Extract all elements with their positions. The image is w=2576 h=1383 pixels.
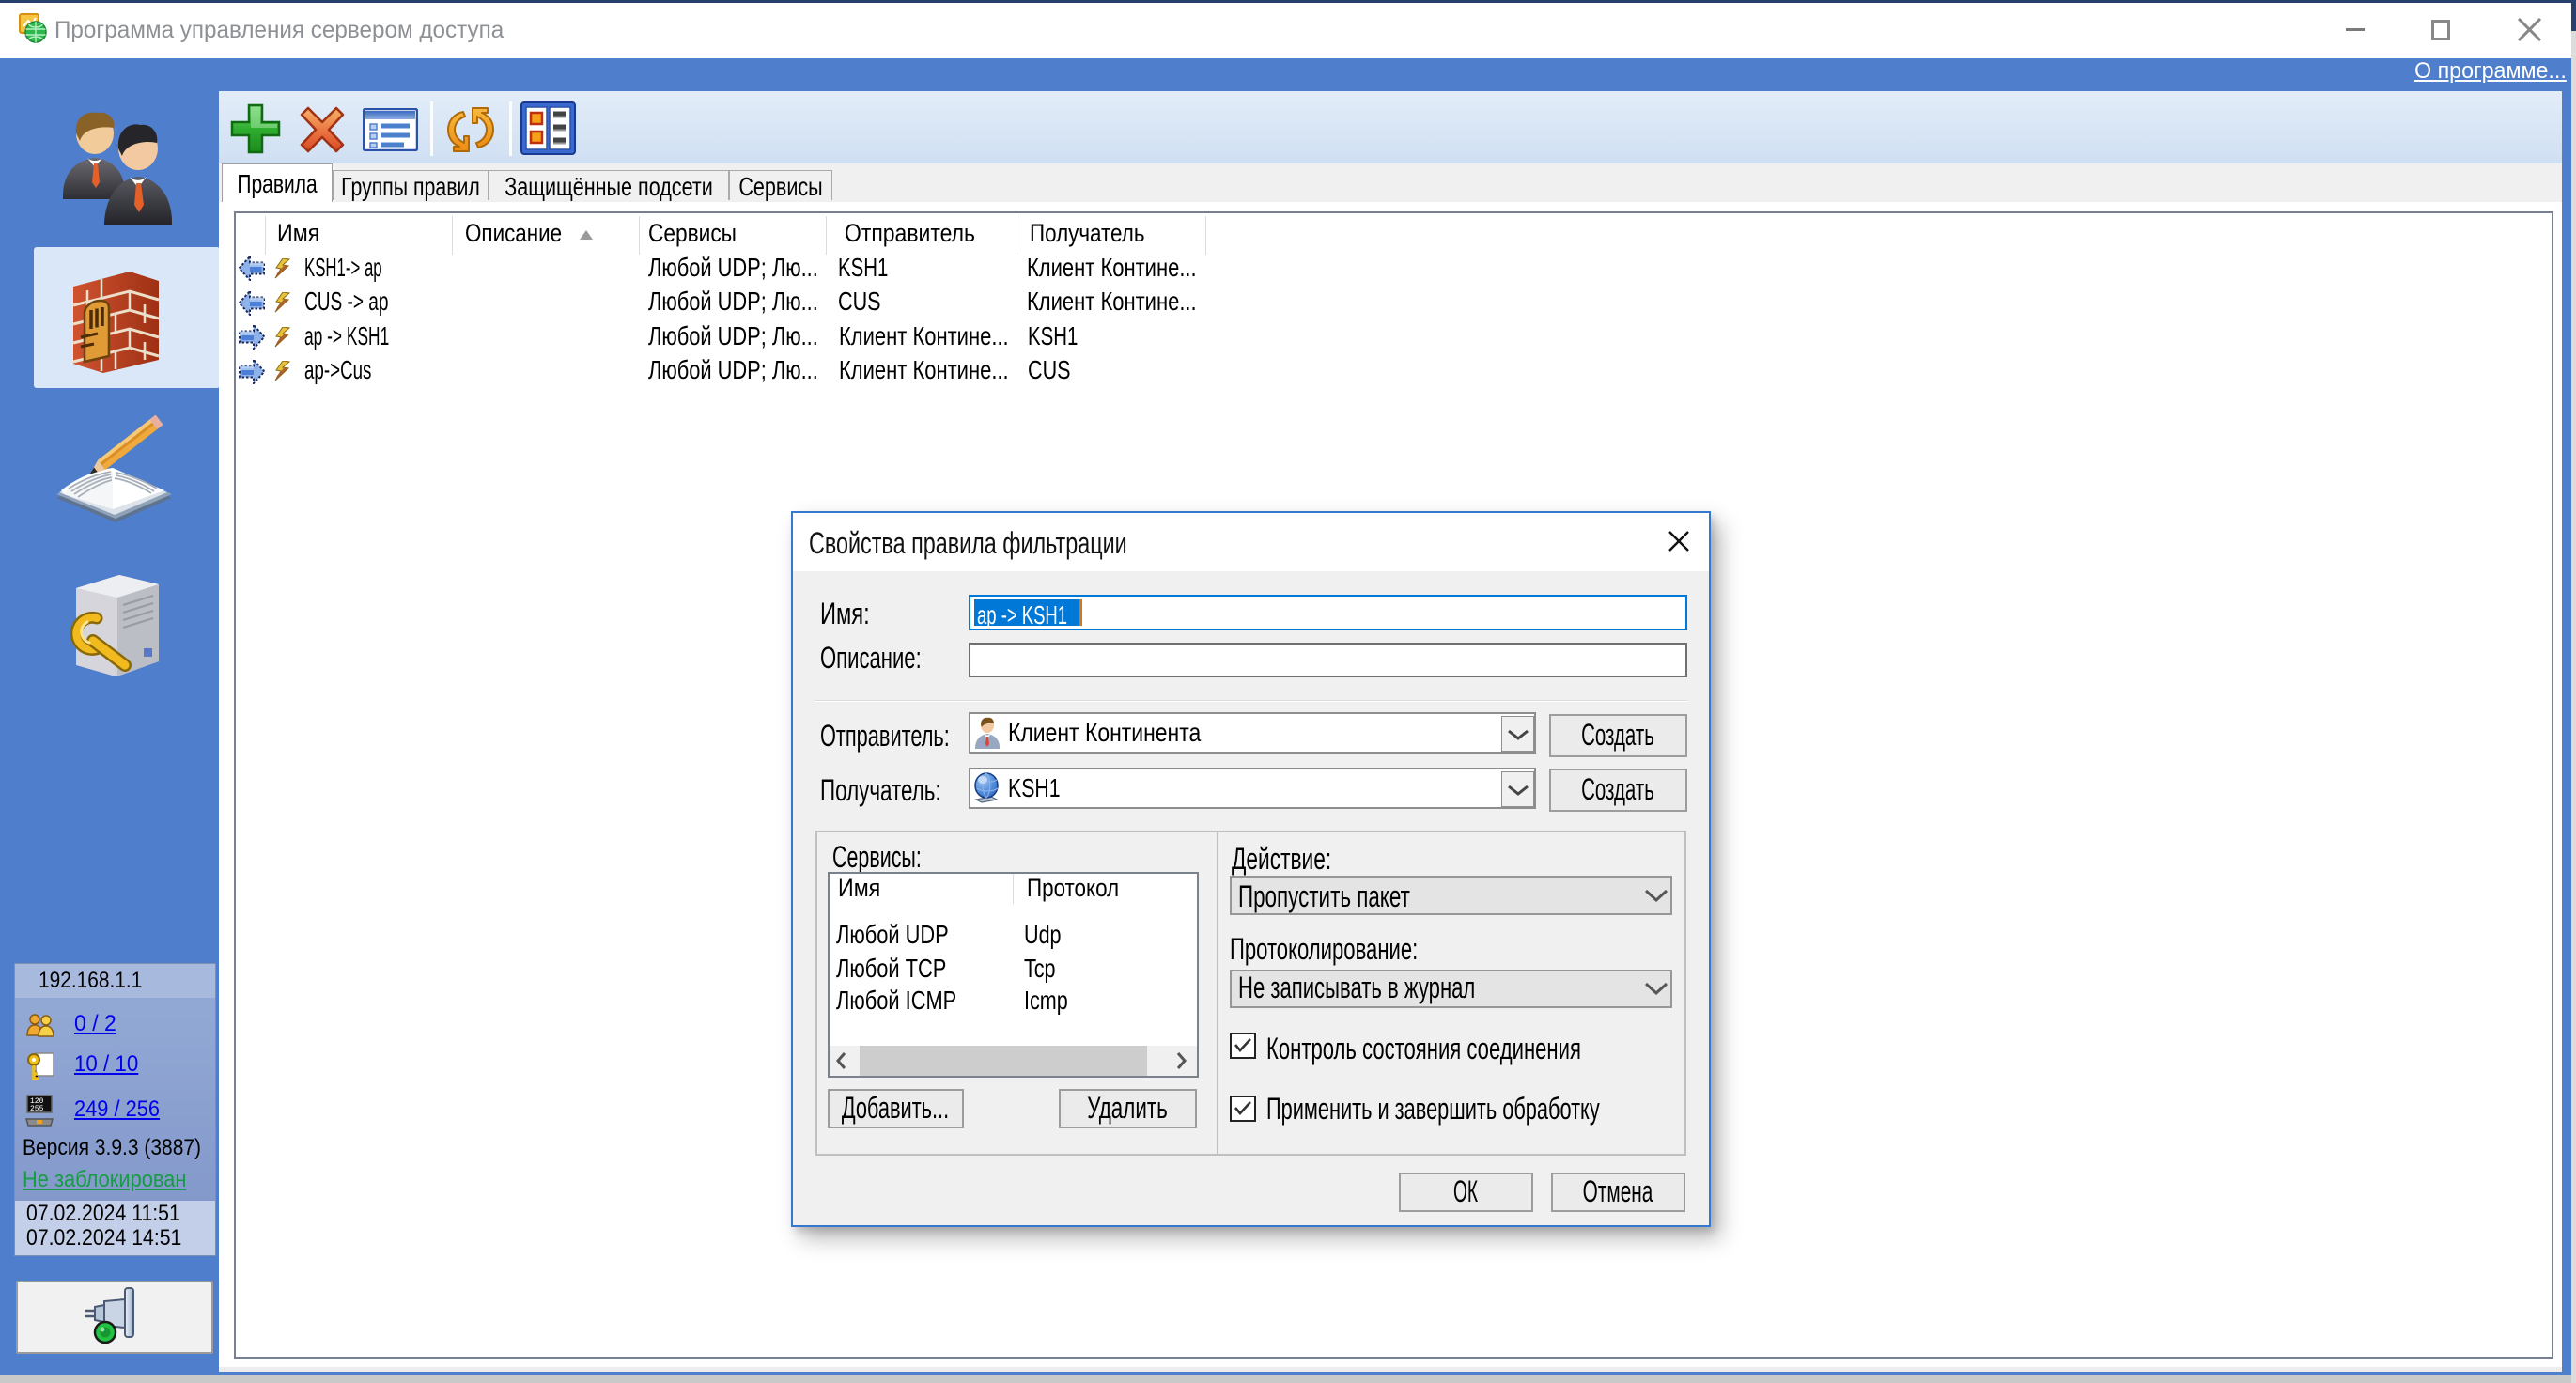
svg-text:255: 255 (30, 1105, 44, 1113)
